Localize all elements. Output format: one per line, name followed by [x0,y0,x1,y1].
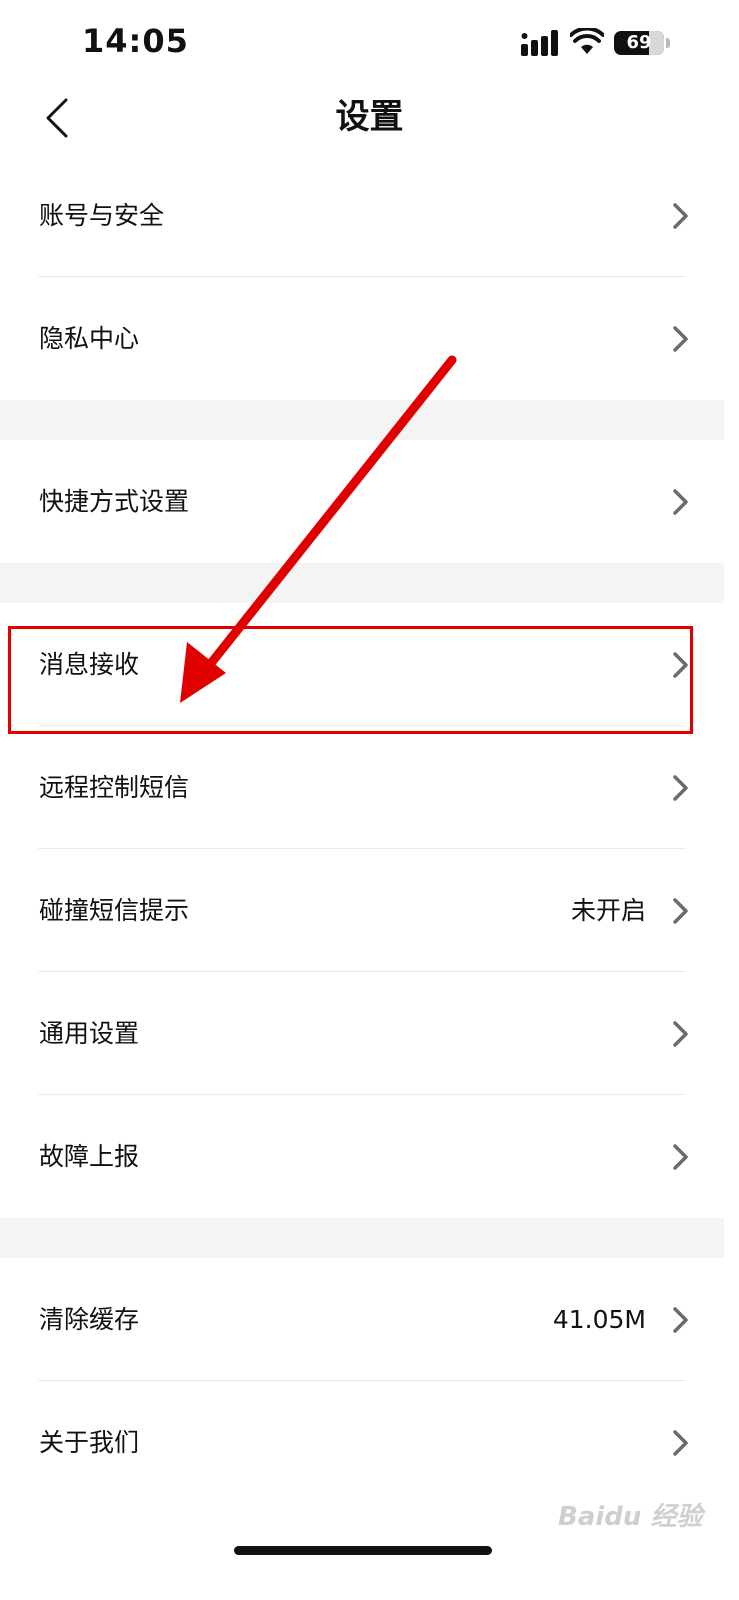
settings-item-label: 清除缓存 [39,1305,140,1334]
chevron-right-icon [673,1307,688,1333]
status-time: 14:05 [82,22,189,60]
battery-tip [666,38,670,48]
settings-item-label: 碰撞短信提示 [39,896,190,925]
settings-item-value: 未开启 [570,896,646,925]
section-gap [0,1218,724,1258]
settings-item-label: 隐私中心 [39,324,140,353]
settings-item-general-settings[interactable]: 通用设置 [0,972,724,1095]
settings-item-about-us[interactable]: 关于我们 [0,1381,724,1504]
chevron-right-icon [673,326,688,352]
settings-item-privacy-center[interactable]: 隐私中心 [0,277,724,400]
nav-bar: 设置 [0,88,739,152]
settings-item-fault-report[interactable]: 故障上报 [0,1095,724,1218]
chevron-right-icon [673,489,688,515]
settings-item-account-security[interactable]: 账号与安全 [0,154,724,277]
chevron-right-icon [673,775,688,801]
settings-item-value: 41.05M [552,1305,646,1334]
section-gap [0,563,724,603]
page-title: 设置 [335,97,404,137]
settings-item-remote-control-sms[interactable]: 远程控制短信 [0,726,724,849]
chevron-right-icon [673,1021,688,1047]
settings-item-label: 通用设置 [39,1019,140,1048]
chevron-right-icon [673,203,688,229]
settings-list: 账号与安全 隐私中心 快捷方式设置 消息接收 远程控制短信 碰撞短信提示 未开启… [0,154,724,1504]
settings-item-label: 故障上报 [39,1142,140,1171]
status-bar: 14:05 69 [0,0,739,88]
wifi-icon [570,28,604,54]
section-gap [0,400,724,440]
home-indicator[interactable] [234,1546,492,1555]
chevron-right-icon [673,898,688,924]
battery-icon: 69 [614,31,664,55]
settings-item-label: 账号与安全 [39,201,165,230]
settings-item-shortcut-settings[interactable]: 快捷方式设置 [0,440,724,563]
settings-item-label: 快捷方式设置 [39,487,190,516]
annotation-highlight-box [8,626,693,734]
chevron-right-icon [673,1430,688,1456]
watermark: Baidu 经验 [558,1502,703,1532]
settings-item-collision-sms-alert[interactable]: 碰撞短信提示 未开启 [0,849,724,972]
battery-level: 69 [626,32,652,53]
settings-item-label: 关于我们 [39,1428,140,1457]
settings-item-clear-cache[interactable]: 清除缓存 41.05M [0,1258,724,1381]
cellular-signal-icon [521,30,558,56]
chevron-right-icon [673,1144,688,1170]
settings-item-label: 远程控制短信 [39,773,190,802]
